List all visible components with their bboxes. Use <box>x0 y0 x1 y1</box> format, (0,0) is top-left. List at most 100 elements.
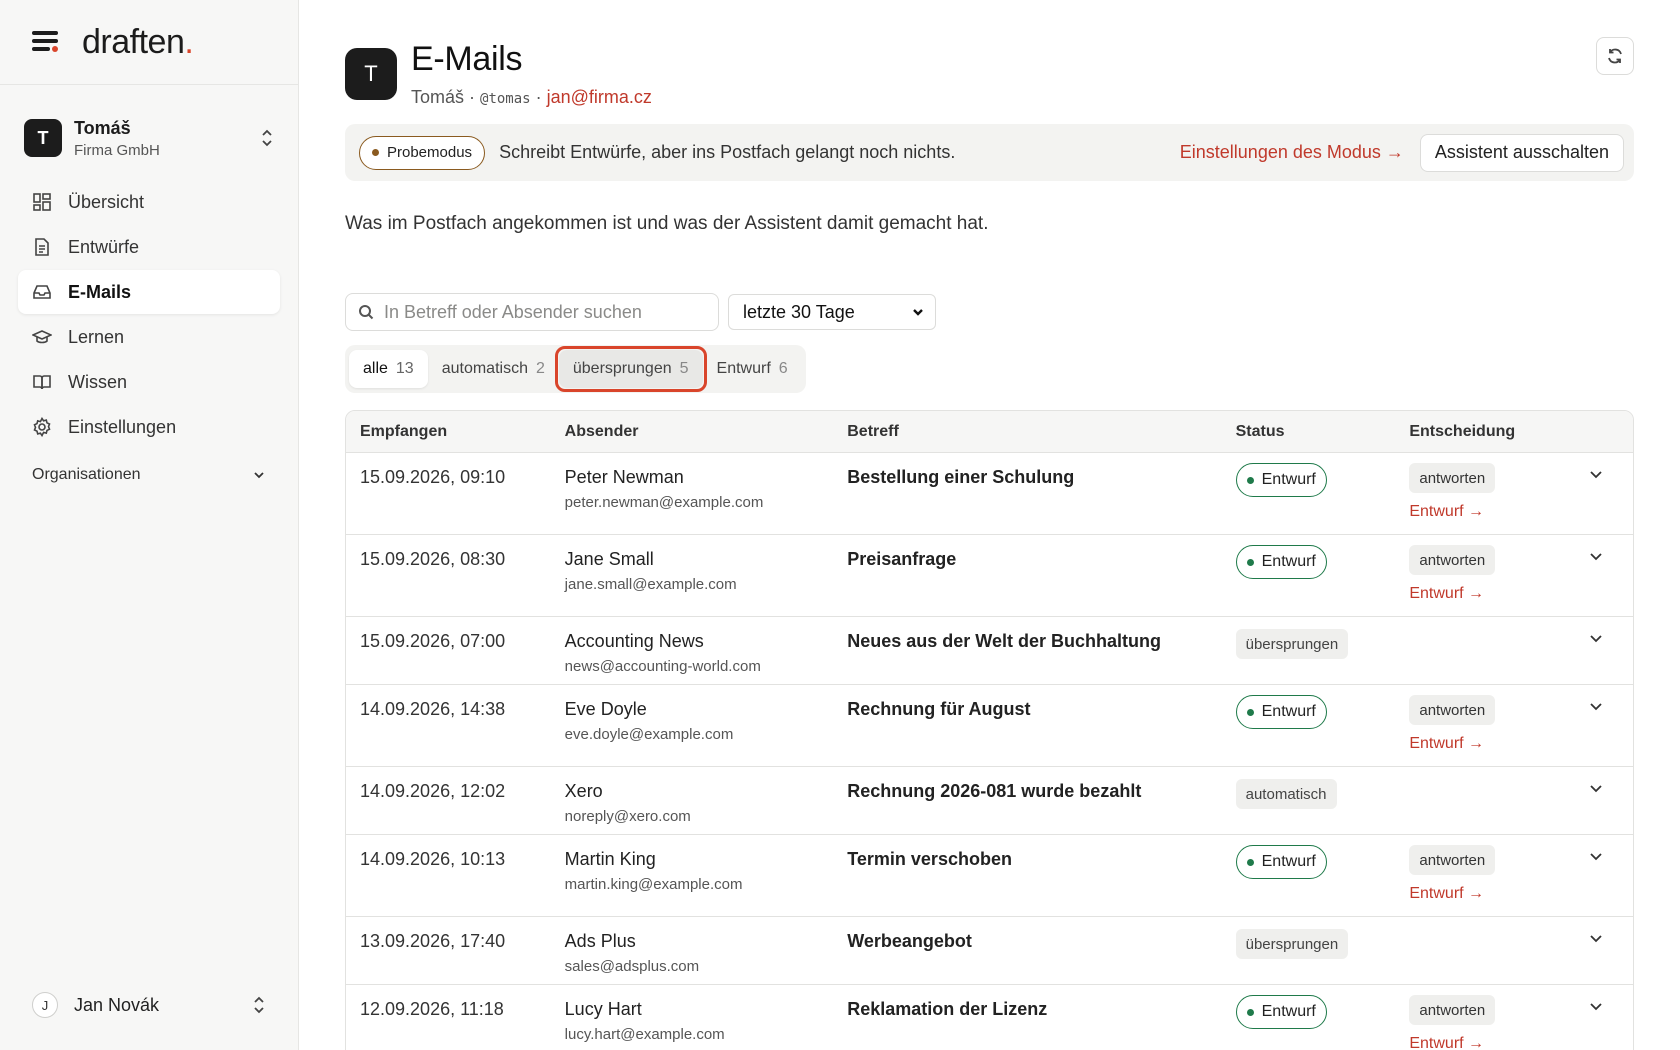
status-badge: Entwurf <box>1235 545 1327 579</box>
decision-badge: antworten <box>1409 695 1496 725</box>
subject-cell: Bestellung einer Schulung <box>847 467 1075 487</box>
received-cell: 14.09.2026, 10:13 <box>360 849 506 869</box>
table-row[interactable]: 15.09.2026, 08:30 Jane Small jane.small@ex… <box>346 535 1633 617</box>
status-badge: Entwurf <box>1235 995 1327 1029</box>
sender-cell: Xero noreply@xero.com <box>565 767 848 834</box>
tab-automatisch[interactable]: automatisch 2 <box>428 350 559 388</box>
sender-email: martin.king@example.com <box>564 876 743 893</box>
filter-tabs: alle 13 automatisch 2 übersprungen 5 Entwur… <box>345 345 806 393</box>
expand-row-button[interactable] <box>1589 617 1633 684</box>
open-draft-link[interactable]: Entwurf → <box>1409 1035 1589 1050</box>
sidebar-item-lernen[interactable]: Lernen <box>18 315 280 359</box>
received-cell: 14.09.2026, 12:02 <box>360 781 506 801</box>
sender-email: noreply@xero.com <box>564 808 691 825</box>
mode-settings-link[interactable]: Einstellungen des Modus → <box>1180 142 1404 163</box>
chevron-down-icon <box>1590 703 1602 711</box>
open-draft-link[interactable]: Entwurf → <box>1409 735 1589 753</box>
document-icon <box>32 237 52 257</box>
sidebar-item-label: Wissen <box>68 371 128 392</box>
user-menu[interactable]: J Jan Novák <box>32 992 266 1018</box>
expand-row-button[interactable] <box>1589 917 1633 984</box>
date-range-select[interactable]: letzte 30 Tage <box>728 294 936 330</box>
tab-entwurf[interactable]: Entwurf 6 <box>703 350 802 388</box>
search-input[interactable] <box>384 301 704 323</box>
gear-icon <box>32 417 52 437</box>
sidebar-item-einstellungen[interactable]: Einstellungen <box>18 405 280 449</box>
menu-icon[interactable] <box>32 31 60 53</box>
search-field[interactable] <box>345 293 719 331</box>
refresh-icon <box>1608 48 1622 64</box>
expand-row-button[interactable] <box>1589 767 1633 834</box>
status-cell: Entwurf <box>1235 535 1410 616</box>
sidebar-item-uebersicht[interactable]: Übersicht <box>18 180 280 224</box>
sender-email: news@accounting-world.com <box>564 658 761 675</box>
decision-badge: antworten <box>1409 845 1496 875</box>
table-header: Empfangen Absender Betreff Status Entsch… <box>346 411 1633 453</box>
sidebar-item-entwuerfe[interactable]: Entwürfe <box>18 225 280 269</box>
subject-cell: Termin verschoben <box>847 849 1012 869</box>
sender-cell: Martin King martin.king@example.com <box>565 835 848 916</box>
table-row[interactable]: 14.09.2026, 14:38 Eve Doyle eve.doyle@exam… <box>346 685 1633 767</box>
disable-assistant-button[interactable]: Assistent ausschalten <box>1419 133 1624 172</box>
status-cell: übersprungen <box>1235 917 1410 984</box>
table-row[interactable]: 14.09.2026, 10:13 Martin King martin.king@… <box>346 835 1633 917</box>
col-empfangen: Empfangen <box>360 422 448 440</box>
account-name: Tomáš <box>411 87 465 107</box>
page-header: T E-Mails Tomáš · @tomas · jan@firma.cz <box>345 40 652 108</box>
status-badge: Entwurf <box>1235 845 1327 879</box>
status-cell: Entwurf <box>1235 685 1410 766</box>
sender-email: peter.newman@example.com <box>564 494 764 511</box>
col-status: Status <box>1235 422 1285 440</box>
sender-cell: Accounting News news@accounting-world.com <box>565 617 848 684</box>
received-cell: 13.09.2026, 17:40 <box>360 931 506 951</box>
decision-cell: antworten Entwurf → <box>1409 835 1589 916</box>
expand-row-button[interactable] <box>1589 685 1633 766</box>
subject-cell: Neues aus der Welt der Buchhaltung <box>847 631 1161 651</box>
tab-uebersprungen[interactable]: übersprungen 5 <box>554 346 707 392</box>
table-row[interactable]: 14.09.2026, 12:02 Xero noreply@xero.com Rec… <box>346 767 1633 835</box>
intro-text: Was im Postfach angekommen ist und was d… <box>345 213 989 234</box>
tab-alle[interactable]: alle 13 <box>349 350 428 388</box>
org-avatar: T <box>24 119 62 157</box>
mode-description: Schreibt Entwürfe, aber ins Postfach gel… <box>499 142 956 162</box>
sidebar-nav: Übersicht Entwürfe E-Mails Lernen Wissen… <box>18 180 280 450</box>
received-cell: 14.09.2026, 14:38 <box>360 699 506 719</box>
chevron-updown-icon <box>262 129 272 147</box>
status-badge: Entwurf <box>1235 463 1327 497</box>
subject-cell: Rechnung 2026-081 wurde bezahlt <box>847 781 1142 801</box>
open-draft-link[interactable]: Entwurf → <box>1409 585 1589 603</box>
table-row[interactable]: 12.09.2026, 11:18 Lucy Hart lucy.hart@exam… <box>346 985 1633 1050</box>
sidebar-item-wissen[interactable]: Wissen <box>18 360 280 404</box>
sidebar-item-emails[interactable]: E-Mails <box>18 270 280 314</box>
expand-row-button[interactable] <box>1589 535 1633 616</box>
chevron-updown-icon <box>254 996 264 1014</box>
sender-cell: Jane Small jane.small@example.com <box>565 535 848 616</box>
status-cell: Entwurf <box>1235 835 1410 916</box>
expand-row-button[interactable] <box>1589 835 1633 916</box>
open-draft-link[interactable]: Entwurf → <box>1409 885 1589 903</box>
open-draft-link[interactable]: Entwurf → <box>1409 503 1589 521</box>
status-badge: Entwurf <box>1235 695 1327 729</box>
status-badge: automatisch <box>1235 779 1337 809</box>
sender-cell: Ads Plus sales@adsplus.com <box>565 917 848 984</box>
table-row[interactable]: 15.09.2026, 09:10 Peter Newman peter.newma… <box>346 453 1633 535</box>
col-entscheidung: Entscheidung <box>1409 422 1516 440</box>
sidebar-item-label: Übersicht <box>68 191 145 212</box>
subject-cell: Reklamation der Lizenz <box>847 999 1048 1019</box>
expand-row-button[interactable] <box>1589 985 1633 1050</box>
org-switcher[interactable]: T Tomáš Firma GmbH <box>24 113 274 163</box>
decision-cell: antworten Entwurf → <box>1409 453 1589 534</box>
decision-cell <box>1409 617 1589 684</box>
organisations-section-toggle[interactable]: Organisationen <box>32 466 266 484</box>
decision-badge: antworten <box>1409 545 1496 575</box>
expand-row-button[interactable] <box>1589 453 1633 534</box>
status-cell: Entwurf <box>1235 453 1410 534</box>
received-cell: 15.09.2026, 08:30 <box>360 549 506 569</box>
brand-bar: draften. <box>0 0 298 85</box>
table-row[interactable]: 15.09.2026, 07:00 Accounting News news@acc… <box>346 617 1633 685</box>
table-row[interactable]: 13.09.2026, 17:40 Ads Plus sales@adsplus.c… <box>346 917 1633 985</box>
refresh-button[interactable] <box>1596 37 1634 75</box>
page-title: E-Mails <box>411 40 523 78</box>
dashboard-icon <box>32 192 52 212</box>
status-cell: übersprungen <box>1235 617 1410 684</box>
